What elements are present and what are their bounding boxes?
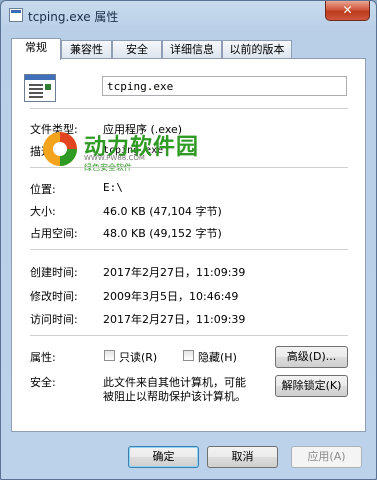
- modified-value: 2009年3月5日，10:46:49: [103, 290, 239, 303]
- security-label: 安全:: [30, 376, 56, 389]
- location-value: E:\: [103, 181, 123, 194]
- divider: [30, 167, 348, 168]
- title-bar[interactable]: tcping.exe 属性 ✕: [1, 1, 376, 31]
- hidden-checkbox[interactable]: [183, 350, 194, 361]
- general-panel: tcping.exe 文件类型: 应用程序 (.exe) 描述: tcping.…: [11, 58, 366, 432]
- hidden-label[interactable]: 隐藏(H): [198, 349, 237, 365]
- divider: [30, 108, 348, 109]
- tab-previous-versions[interactable]: 以前的版本: [222, 40, 292, 58]
- apply-button[interactable]: 应用(A): [291, 446, 362, 468]
- location-label: 位置:: [30, 183, 56, 196]
- file-icon: [9, 8, 23, 22]
- readonly-checkbox[interactable]: [104, 350, 115, 361]
- properties-window: tcping.exe 属性 ✕ 常规 兼容性 安全 详细信息 以前的版本 tcp…: [0, 0, 377, 480]
- security-text-line2: 被阻止以帮助保护该计算机。: [103, 390, 246, 403]
- cancel-button[interactable]: 取消: [207, 446, 278, 468]
- accessed-label: 访问时间:: [30, 313, 78, 326]
- created-value: 2017年2月27日，11:09:39: [103, 266, 246, 279]
- size-value: 46.0 KB (47,104 字节): [103, 205, 222, 218]
- tab-details[interactable]: 详细信息: [162, 40, 222, 58]
- readonly-label[interactable]: 只读(R): [119, 349, 157, 365]
- created-label: 创建时间:: [30, 266, 78, 279]
- advanced-button[interactable]: 高级(D)...: [275, 346, 348, 368]
- tab-compatibility[interactable]: 兼容性: [61, 40, 112, 58]
- unblock-button[interactable]: 解除锁定(K): [275, 375, 348, 397]
- divider: [30, 335, 348, 336]
- ok-button[interactable]: 确定: [128, 446, 199, 468]
- watermark-icon: [43, 132, 77, 166]
- tab-bar: 常规 兼容性 安全 详细信息 以前的版本: [11, 38, 366, 60]
- accessed-value: 2017年2月27日，11:09:39: [103, 313, 246, 326]
- watermark-logo: 动力软件园 WWW.PW88.COM 绿色安全软件: [38, 129, 223, 179]
- tab-general[interactable]: 常规: [11, 38, 61, 60]
- watermark-url: WWW.PW88.COM: [84, 154, 145, 162]
- modified-label: 修改时间:: [30, 290, 78, 303]
- divider: [30, 249, 348, 250]
- attributes-label: 属性:: [30, 351, 56, 364]
- tab-security[interactable]: 安全: [112, 40, 162, 58]
- close-icon: ✕: [342, 3, 353, 17]
- size-label: 大小:: [30, 205, 56, 218]
- program-icon: [24, 74, 56, 102]
- window-title: tcping.exe 属性: [28, 10, 119, 24]
- close-button[interactable]: ✕: [325, 1, 370, 21]
- file-name-input[interactable]: tcping.exe: [102, 76, 347, 96]
- size-on-disk-label: 占用空间:: [30, 227, 78, 240]
- size-on-disk-value: 48.0 KB (49,152 字节): [103, 227, 222, 240]
